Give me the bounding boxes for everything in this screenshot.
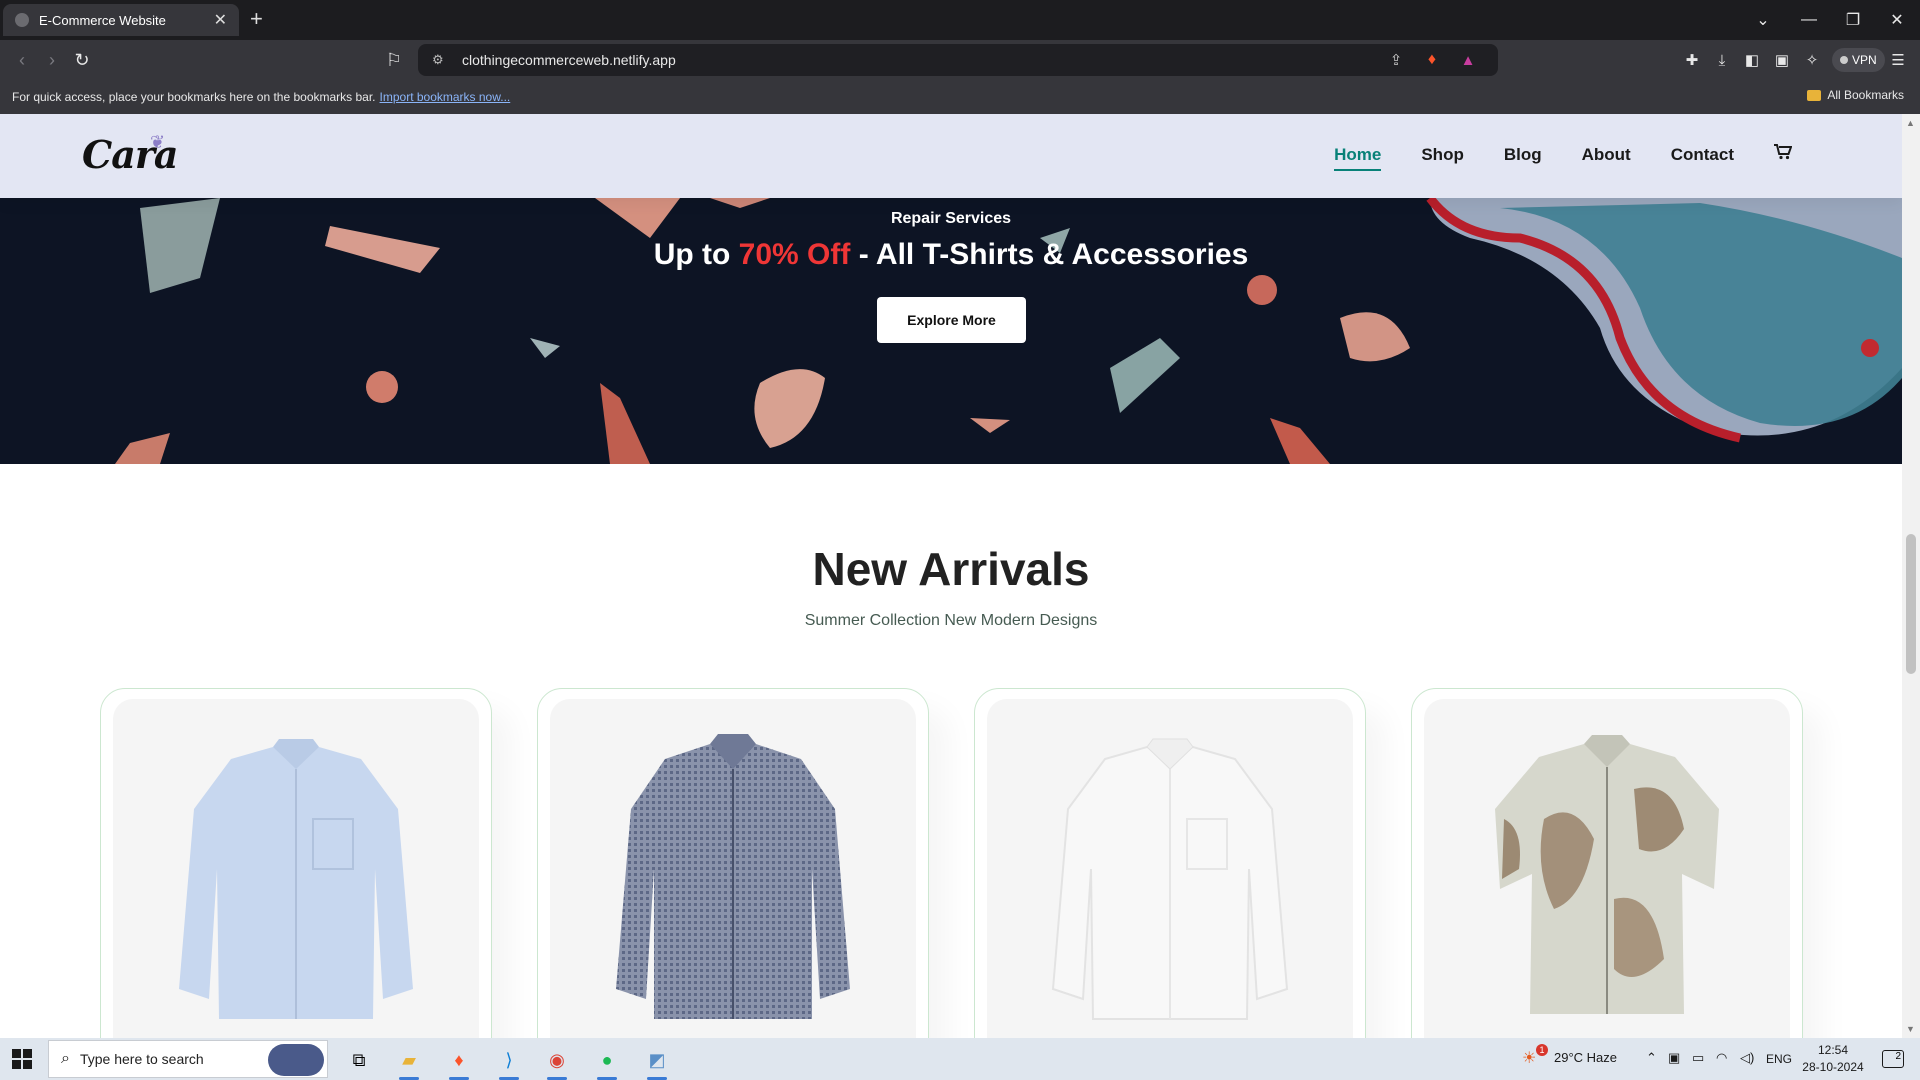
- product-image: [987, 699, 1353, 1038]
- banner-headline: Up to 70% Off - All T-Shirts & Accessori…: [0, 238, 1902, 272]
- scroll-up-icon[interactable]: ▲: [1906, 118, 1915, 128]
- product-card[interactable]: [974, 688, 1366, 1038]
- app-window-icon[interactable]: ◩: [641, 1044, 673, 1080]
- page-viewport: Cara ❦ Home Shop Blog About Contact Repa…: [0, 114, 1902, 1038]
- sidebar-icon[interactable]: ◧: [1740, 48, 1764, 72]
- import-bookmarks-link[interactable]: Import bookmarks now...: [380, 90, 511, 104]
- meet-now-icon[interactable]: ▣: [1668, 1050, 1680, 1066]
- battery-icon[interactable]: ▭: [1692, 1050, 1704, 1066]
- menu-icon[interactable]: ☰: [1886, 48, 1910, 72]
- close-window-icon[interactable]: ✕: [1874, 0, 1920, 40]
- scroll-down-icon[interactable]: ▼: [1906, 1024, 1915, 1034]
- white-shirt-image: [1051, 738, 1289, 1020]
- task-view-icon[interactable]: ⧉: [343, 1044, 375, 1076]
- main-nav: Home Shop Blog About Contact: [1334, 144, 1793, 171]
- section-title: New Arrivals: [812, 543, 1090, 595]
- banner-kicker: Repair Services: [890, 210, 1012, 227]
- logo-leaf-icon: ❦: [150, 132, 166, 152]
- brave-shields-icon[interactable]: ♦: [1420, 48, 1444, 72]
- weather-icon[interactable]: ☀: [1522, 1048, 1536, 1068]
- bookmark-icon[interactable]: ⚐: [382, 48, 406, 72]
- windows-start-icon[interactable]: [12, 1049, 32, 1069]
- vscode-icon[interactable]: ⟩: [493, 1044, 525, 1080]
- address-bar[interactable]: ⚙ clothingecommerceweb.netlify.app: [418, 44, 1498, 76]
- floral-shirt-image: [1495, 735, 1719, 1014]
- vpn-status-icon: [1840, 56, 1848, 64]
- nav-blog[interactable]: Blog: [1504, 145, 1542, 165]
- bookmarks-bar: For quick access, place your bookmarks h…: [0, 80, 1920, 114]
- nav-shop[interactable]: Shop: [1421, 145, 1464, 165]
- system-clock[interactable]: 12:54 28-10-2024: [1798, 1042, 1868, 1076]
- nav-home[interactable]: Home: [1334, 145, 1382, 171]
- wallet-icon[interactable]: ▣: [1770, 48, 1794, 72]
- site-info-icon[interactable]: ⚙: [432, 52, 448, 68]
- explore-more-button[interactable]: Explore More: [877, 297, 1026, 343]
- share-icon[interactable]: ⇪: [1384, 48, 1408, 72]
- volume-icon[interactable]: ◁): [1740, 1050, 1754, 1066]
- chrome-icon[interactable]: ◉: [541, 1044, 573, 1080]
- folder-icon: [1807, 89, 1822, 101]
- scrollbar-thumb[interactable]: [1906, 534, 1916, 674]
- restore-icon[interactable]: ❐: [1830, 0, 1876, 40]
- reload-icon[interactable]: ↻: [70, 48, 94, 72]
- vpn-label: VPN: [1852, 53, 1877, 67]
- notification-center-icon[interactable]: 2: [1882, 1050, 1904, 1068]
- section-subtitle: Summer Collection New Modern Designs: [804, 612, 1098, 629]
- tab-close-icon[interactable]: ✕: [214, 10, 227, 30]
- url-text: clothingecommerceweb.netlify.app: [462, 52, 676, 68]
- product-card[interactable]: [537, 688, 929, 1038]
- new-tab-icon[interactable]: +: [250, 8, 263, 30]
- file-explorer-icon[interactable]: ▰: [393, 1044, 425, 1080]
- browser-tab[interactable]: E-Commerce Website ✕: [3, 4, 239, 36]
- navy-check-shirt-image: [616, 734, 850, 1019]
- page-scrollbar[interactable]: ▲ ▼: [1902, 114, 1920, 1038]
- promo-banner: Repair Services Up to 70% Off - All T-Sh…: [0, 198, 1902, 464]
- search-highlight-image[interactable]: [268, 1044, 324, 1076]
- product-image: [1424, 699, 1790, 1038]
- forward-icon[interactable]: ›: [40, 48, 64, 72]
- product-card[interactable]: [100, 688, 492, 1038]
- product-image: [113, 699, 479, 1038]
- search-icon: ⌕: [61, 1050, 70, 1067]
- all-bookmarks-button[interactable]: All Bookmarks: [1807, 88, 1904, 102]
- leo-ai-icon[interactable]: ✧: [1800, 48, 1824, 72]
- tab-title: E-Commerce Website: [39, 12, 166, 28]
- back-icon[interactable]: ‹: [10, 48, 34, 72]
- extensions-icon[interactable]: ✚: [1680, 48, 1704, 72]
- browser-tab-strip: [0, 0, 1920, 40]
- headline-suffix: - All T-Shirts & Accessories: [850, 238, 1249, 271]
- headline-prefix: Up to: [653, 238, 739, 271]
- product-card[interactable]: [1411, 688, 1803, 1038]
- brave-rewards-icon[interactable]: ▲: [1456, 48, 1480, 72]
- nav-about[interactable]: About: [1582, 145, 1631, 165]
- headline-discount: 70% Off: [738, 238, 851, 271]
- nav-contact[interactable]: Contact: [1671, 145, 1734, 165]
- clock-date: 28-10-2024: [1802, 1060, 1864, 1074]
- minimize-icon[interactable]: —: [1786, 0, 1832, 40]
- tray-chevron-icon[interactable]: ⌃: [1646, 1050, 1657, 1066]
- tab-favicon-icon: [15, 13, 29, 27]
- search-placeholder: Type here to search: [79, 1051, 204, 1067]
- clock-time: 12:54: [1817, 1043, 1849, 1057]
- download-icon[interactable]: ⤓: [1710, 48, 1734, 72]
- site-header: Cara ❦ Home Shop Blog About Contact: [0, 114, 1902, 198]
- weather-badge: 1: [1536, 1044, 1548, 1056]
- brave-browser-icon[interactable]: ♦: [443, 1044, 475, 1080]
- cart-icon[interactable]: [1774, 144, 1793, 165]
- light-blue-shirt-image: [179, 739, 413, 1019]
- all-bookmarks-label: All Bookmarks: [1827, 88, 1904, 102]
- tab-search-chevron-icon[interactable]: ⌄: [1740, 0, 1786, 40]
- wifi-icon[interactable]: ◠: [1716, 1050, 1727, 1066]
- product-image: [550, 699, 916, 1038]
- spotify-icon[interactable]: ●: [591, 1044, 623, 1080]
- vpn-button[interactable]: VPN: [1832, 48, 1885, 72]
- bookmarks-prompt: For quick access, place your bookmarks h…: [12, 90, 376, 104]
- weather-text[interactable]: 29°C Haze: [1554, 1050, 1617, 1065]
- language-indicator[interactable]: ENG: [1766, 1052, 1792, 1066]
